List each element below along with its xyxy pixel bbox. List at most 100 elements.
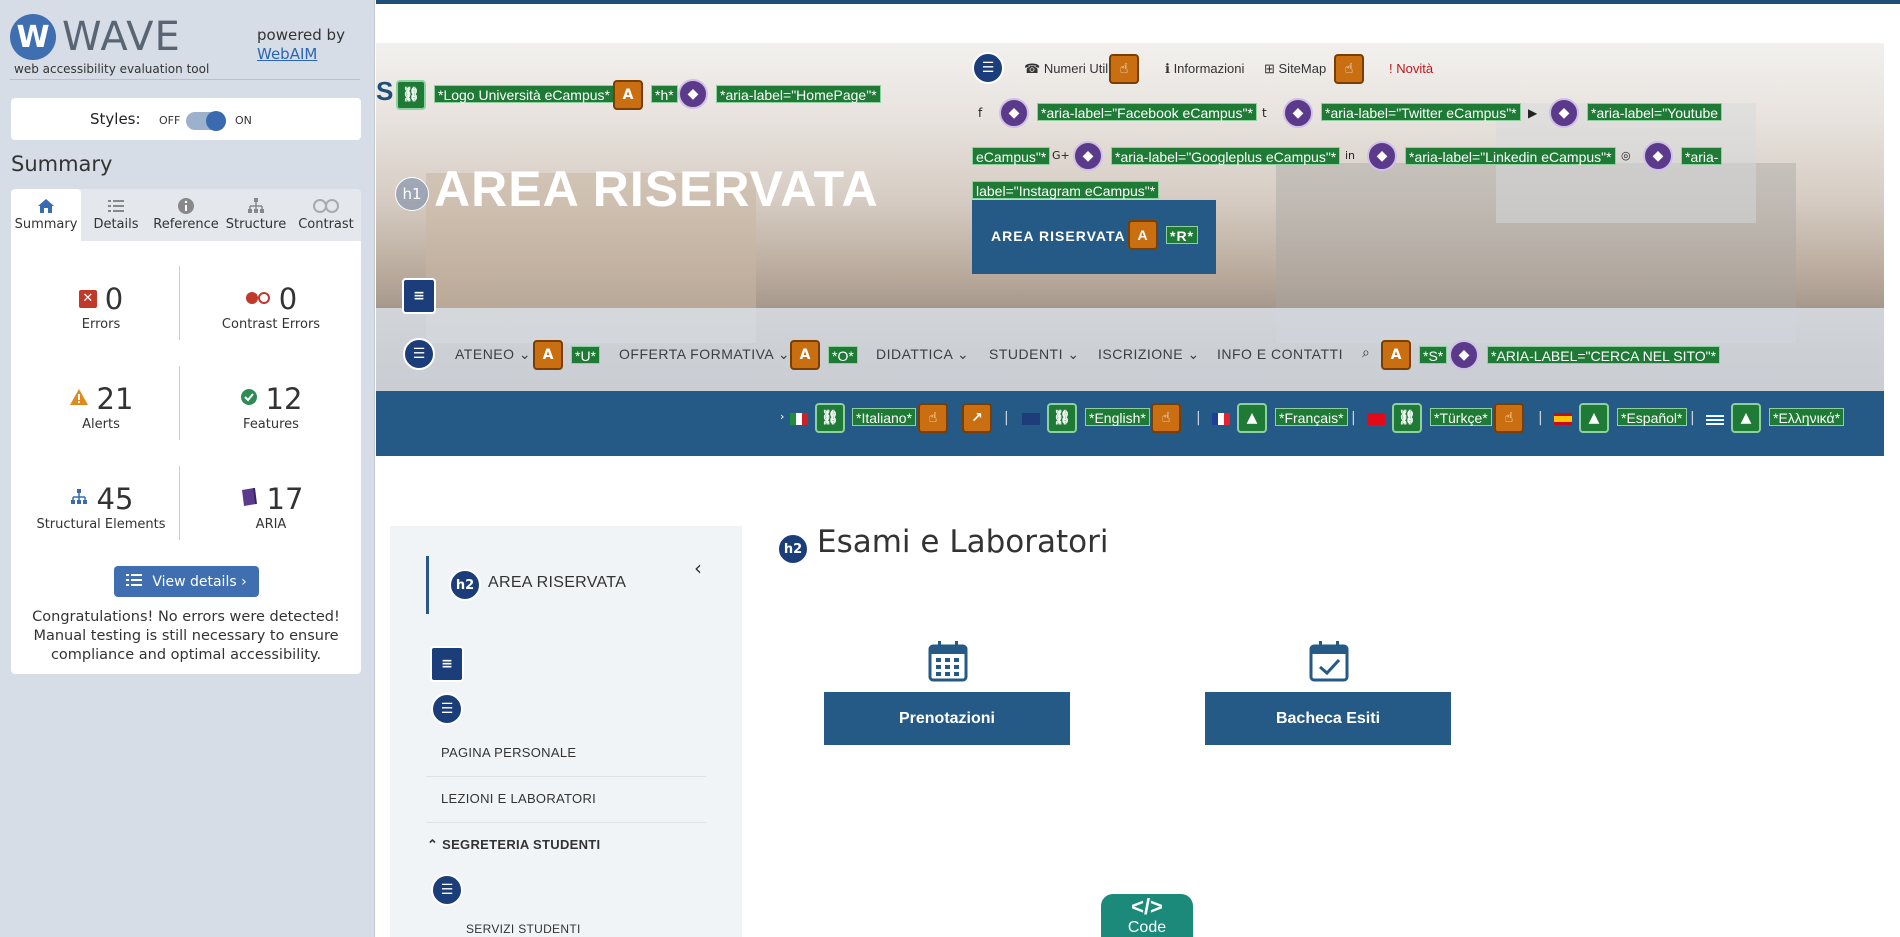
features-stat[interactable]: 12 Features	[191, 382, 351, 432]
lang-greek[interactable]: *Ελληνικά*	[1769, 408, 1845, 426]
congratulations-message: Congratulations! No errors were detected…	[32, 609, 340, 663]
alert-icon[interactable]: ↗	[962, 403, 992, 433]
h2-badge[interactable]: h2	[449, 569, 481, 601]
alerts-count: 21	[96, 382, 134, 416]
lang-espanol[interactable]: *Español*	[1617, 408, 1687, 426]
sidenav-item-lezioni[interactable]: LEZIONI E LABORATORI	[441, 791, 596, 806]
top-link-informazioni[interactable]: ℹ Informazioni	[1165, 61, 1244, 77]
aria-tag-icon[interactable]: ◆	[1073, 141, 1103, 171]
top-link-label: Novità	[1396, 61, 1434, 76]
stat-divider	[179, 266, 180, 340]
alert-icon[interactable]: ☝	[1334, 54, 1364, 84]
list-icon[interactable]: ☰	[972, 52, 1004, 84]
alert-icon[interactable]: A	[533, 340, 563, 370]
lang-italiano[interactable]: *Italiano*	[852, 408, 917, 426]
wave-tagline: web accessibility evaluation tool	[14, 62, 210, 76]
aria-tag-icon[interactable]: ◆	[999, 98, 1029, 128]
document-icon[interactable]: ≡	[402, 278, 436, 314]
alerts-stat[interactable]: 21 Alerts	[21, 382, 181, 432]
top-link-numeri[interactable]: ☎ Numeri Utili	[1024, 61, 1111, 77]
sidenav-item-pagina-personale[interactable]: PAGINA PERSONALE	[441, 745, 576, 760]
nav-offerta[interactable]: OFFERTA FORMATIVA ⌄	[619, 346, 790, 363]
lang-separator: |	[1538, 410, 1543, 426]
top-link-sitemap[interactable]: ⊞ SiteMap	[1264, 61, 1326, 77]
twitter-icon[interactable]: t	[1262, 106, 1267, 120]
alert-icon[interactable]: ☝	[1109, 54, 1139, 84]
feature-icon	[240, 388, 258, 410]
alert-icon[interactable]: ☝	[1494, 403, 1524, 433]
alert-icon[interactable]: A	[1381, 340, 1411, 370]
lang-separator: |	[1690, 410, 1695, 426]
tab-reference[interactable]: Reference	[151, 189, 221, 241]
chevron-up-icon: ⌃	[427, 837, 443, 852]
aria-tag-icon[interactable]: ◆	[1367, 141, 1397, 171]
aria-stat[interactable]: 17 ARIA	[191, 482, 351, 532]
errors-stat[interactable]: ✕ 0 Errors	[21, 282, 181, 332]
h2-badge[interactable]: h2	[777, 533, 809, 565]
list-icon[interactable]: ☰	[403, 338, 435, 370]
alert-icon[interactable]: A	[613, 80, 643, 110]
nav-didattica[interactable]: DIDATTICA ⌄	[876, 346, 969, 363]
instagram-icon[interactable]: ◎	[1621, 149, 1631, 162]
nav-tag-u: *U*	[571, 346, 601, 364]
top-link-novita[interactable]: ! Novità	[1389, 61, 1433, 76]
tab-contrast[interactable]: Contrast	[291, 189, 361, 241]
aria-tag-icon[interactable]: ◆	[1549, 98, 1579, 128]
structural-stat[interactable]: 45 Structural Elements	[21, 482, 181, 532]
lang-separator: |	[1004, 410, 1009, 426]
linkedin-aria-label: *aria-label="Linkedin eCampus"*	[1405, 147, 1616, 165]
youtube-icon[interactable]: ▶	[1528, 106, 1537, 120]
aria-tag-icon[interactable]: ◆	[1283, 98, 1313, 128]
tab-label: Structure	[225, 217, 287, 232]
wave-tabs: Summary Details Reference Structure Cont…	[11, 189, 361, 241]
document-icon[interactable]: ≡	[430, 646, 464, 682]
list-icon[interactable]: ☰	[431, 693, 463, 725]
alert-icon[interactable]: A	[790, 340, 820, 370]
aria-tag-icon[interactable]: ◆	[1449, 340, 1479, 370]
alert-icon[interactable]: A	[1128, 220, 1158, 250]
link-icon[interactable]: ⛓	[396, 80, 426, 110]
link-icon[interactable]: ⛓	[1047, 403, 1077, 433]
aria-tag-icon[interactable]: ◆	[678, 79, 708, 109]
sidenav-item-servizi[interactable]: SERVIZI STUDENTI	[466, 922, 581, 936]
styles-toggle[interactable]	[186, 111, 226, 131]
h1-badge[interactable]: h1	[395, 177, 429, 211]
area-riservata-button[interactable]: AREA RISERVATA A *R*	[972, 200, 1216, 274]
tab-summary[interactable]: Summary	[11, 189, 81, 241]
tab-structure[interactable]: Structure	[221, 189, 291, 241]
link-icon[interactable]: ⛓	[815, 403, 845, 433]
lang-francais[interactable]: *Français*	[1275, 408, 1348, 426]
toggle-knob	[206, 111, 226, 131]
collapse-chevron-icon[interactable]: ‹	[694, 556, 702, 580]
prenotazioni-button[interactable]: Prenotazioni	[824, 692, 1070, 745]
wave-header: W WAVE web accessibility evaluation tool…	[10, 12, 360, 80]
list-icon[interactable]: ☰	[431, 874, 463, 906]
nav-label: ISCRIZIONE	[1098, 346, 1184, 362]
lang-turkce[interactable]: *Türkçe*	[1430, 408, 1492, 426]
image-link-icon[interactable]: ▲	[1731, 403, 1761, 433]
bacheca-esiti-button[interactable]: Bacheca Esiti	[1205, 692, 1451, 745]
sidenav-item-segreteria[interactable]: ⌃ SEGRETERIA STUDENTI	[427, 837, 600, 853]
image-link-icon[interactable]: ▲	[1237, 403, 1267, 433]
facebook-icon[interactable]: f	[978, 106, 982, 120]
list-icon	[126, 573, 143, 591]
nav-iscrizione[interactable]: ISCRIZIONE ⌄	[1098, 346, 1200, 363]
contrast-errors-stat[interactable]: 0 Contrast Errors	[191, 282, 351, 332]
alert-icon[interactable]: ☝	[918, 403, 948, 433]
alert-icon[interactable]: ☝	[1151, 403, 1181, 433]
webaim-link[interactable]: WebAIM	[257, 45, 317, 63]
view-details-button[interactable]: View details ›	[114, 566, 259, 597]
linkedin-icon[interactable]: in	[1345, 149, 1355, 162]
image-link-icon[interactable]: ▲	[1579, 403, 1609, 433]
tab-details[interactable]: Details	[81, 189, 151, 241]
code-tab[interactable]: </> Code	[1101, 894, 1193, 937]
aria-tag-icon[interactable]: ◆	[1643, 141, 1673, 171]
search-icon[interactable]: ⌕	[1362, 345, 1370, 361]
link-icon[interactable]: ⛓	[1392, 403, 1422, 433]
googleplus-icon[interactable]: G+	[1052, 149, 1070, 162]
nav-tag-s: *S*	[1419, 346, 1448, 364]
nav-studenti[interactable]: STUDENTI ⌄	[989, 346, 1080, 363]
nav-ateneo[interactable]: ATENEO ⌄	[455, 346, 531, 363]
nav-info-contatti[interactable]: INFO E CONTATTI	[1217, 346, 1343, 362]
lang-english[interactable]: *English*	[1085, 408, 1150, 426]
